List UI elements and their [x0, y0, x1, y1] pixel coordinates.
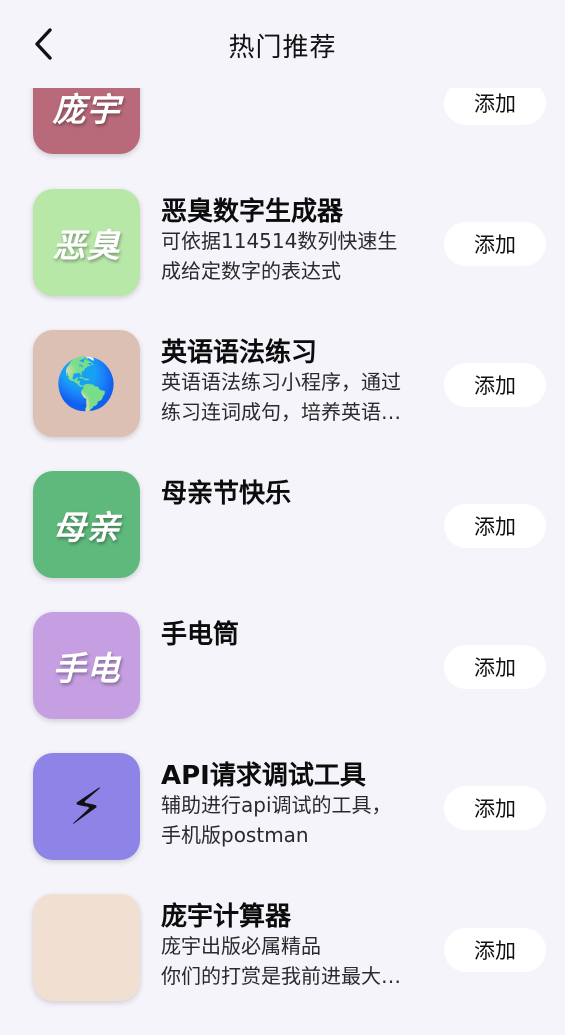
app-description: 辅助进行api调试的工具， 手机版postman — [161, 790, 436, 850]
top-bar: 热门推荐 — [0, 0, 565, 88]
app-icon[interactable]: 手电 — [33, 612, 140, 719]
app-name: 恶臭数字生成器 — [161, 197, 344, 227]
app-icon-label: 庞宇 — [52, 89, 121, 129]
app-icon[interactable]: ⚡ — [33, 753, 140, 860]
app-icon[interactable]: 恶臭 — [33, 189, 140, 296]
app-icon[interactable]: 🌎 — [33, 330, 140, 437]
add-button[interactable]: 添加 — [444, 363, 546, 407]
recommend-list: 庞宇 添加 恶臭 恶臭数字生成器 可依据114514数列快速生 成给定数字的表达… — [0, 0, 565, 1004]
app-icon[interactable]: 母亲 — [33, 471, 140, 578]
page-title: 热门推荐 — [228, 33, 337, 63]
list-item[interactable]: 手电 手电筒 添加 — [0, 612, 565, 753]
add-button[interactable]: 添加 — [444, 645, 546, 689]
add-button[interactable]: 添加 — [444, 504, 546, 548]
list-item[interactable]: 🌎 英语语法练习 英语语法练习小程序，通过 练习连词成句，培养英语… 添加 — [0, 330, 565, 471]
app-name: API请求调试工具 — [161, 761, 366, 791]
description-line: 英语语法练习小程序，通过 — [161, 370, 401, 394]
app-icon[interactable] — [33, 894, 140, 1001]
app-name: 母亲节快乐 — [161, 479, 292, 509]
app-icon-label: 母亲 — [52, 507, 121, 547]
app-name: 庞宇计算器 — [161, 902, 292, 932]
app-icon-label: 手电 — [52, 648, 121, 688]
app-description: 可依据114514数列快速生 成给定数字的表达式 — [161, 226, 436, 286]
description-line: 辅助进行api调试的工具， — [161, 793, 392, 817]
app-icon-label: 恶臭 — [52, 225, 121, 265]
list-item[interactable]: 母亲 母亲节快乐 添加 — [0, 471, 565, 612]
description-line: 你们的打赏是我前进最大… — [161, 964, 401, 988]
add-button[interactable]: 添加 — [444, 928, 546, 972]
app-description: 英语语法练习小程序，通过 练习连词成句，培养英语… — [161, 367, 436, 427]
description-line: 庞宇出版必属精品 — [161, 934, 321, 958]
app-description: 庞宇出版必属精品 你们的打赏是我前进最大… — [161, 931, 436, 991]
description-line: 可依据114514数列快速生 — [161, 229, 398, 253]
add-button[interactable]: 添加 — [444, 786, 546, 830]
app-name: 手电筒 — [161, 620, 240, 650]
description-line: 手机版postman — [161, 823, 309, 847]
lightning-icon: ⚡ — [68, 777, 105, 836]
app-name: 英语语法练习 — [161, 338, 318, 368]
description-line: 练习连词成句，培养英语… — [161, 400, 401, 424]
list-item[interactable]: 庞宇计算器 庞宇出版必属精品 你们的打赏是我前进最大… 添加 — [0, 894, 565, 1035]
description-line: 成给定数字的表达式 — [161, 259, 341, 283]
globe-icon: 🌎 — [55, 354, 118, 413]
list-item[interactable]: 恶臭 恶臭数字生成器 可依据114514数列快速生 成给定数字的表达式 添加 — [0, 189, 565, 330]
add-button[interactable]: 添加 — [444, 222, 546, 266]
list-item[interactable]: ⚡ API请求调试工具 辅助进行api调试的工具， 手机版postman 添加 — [0, 753, 565, 894]
